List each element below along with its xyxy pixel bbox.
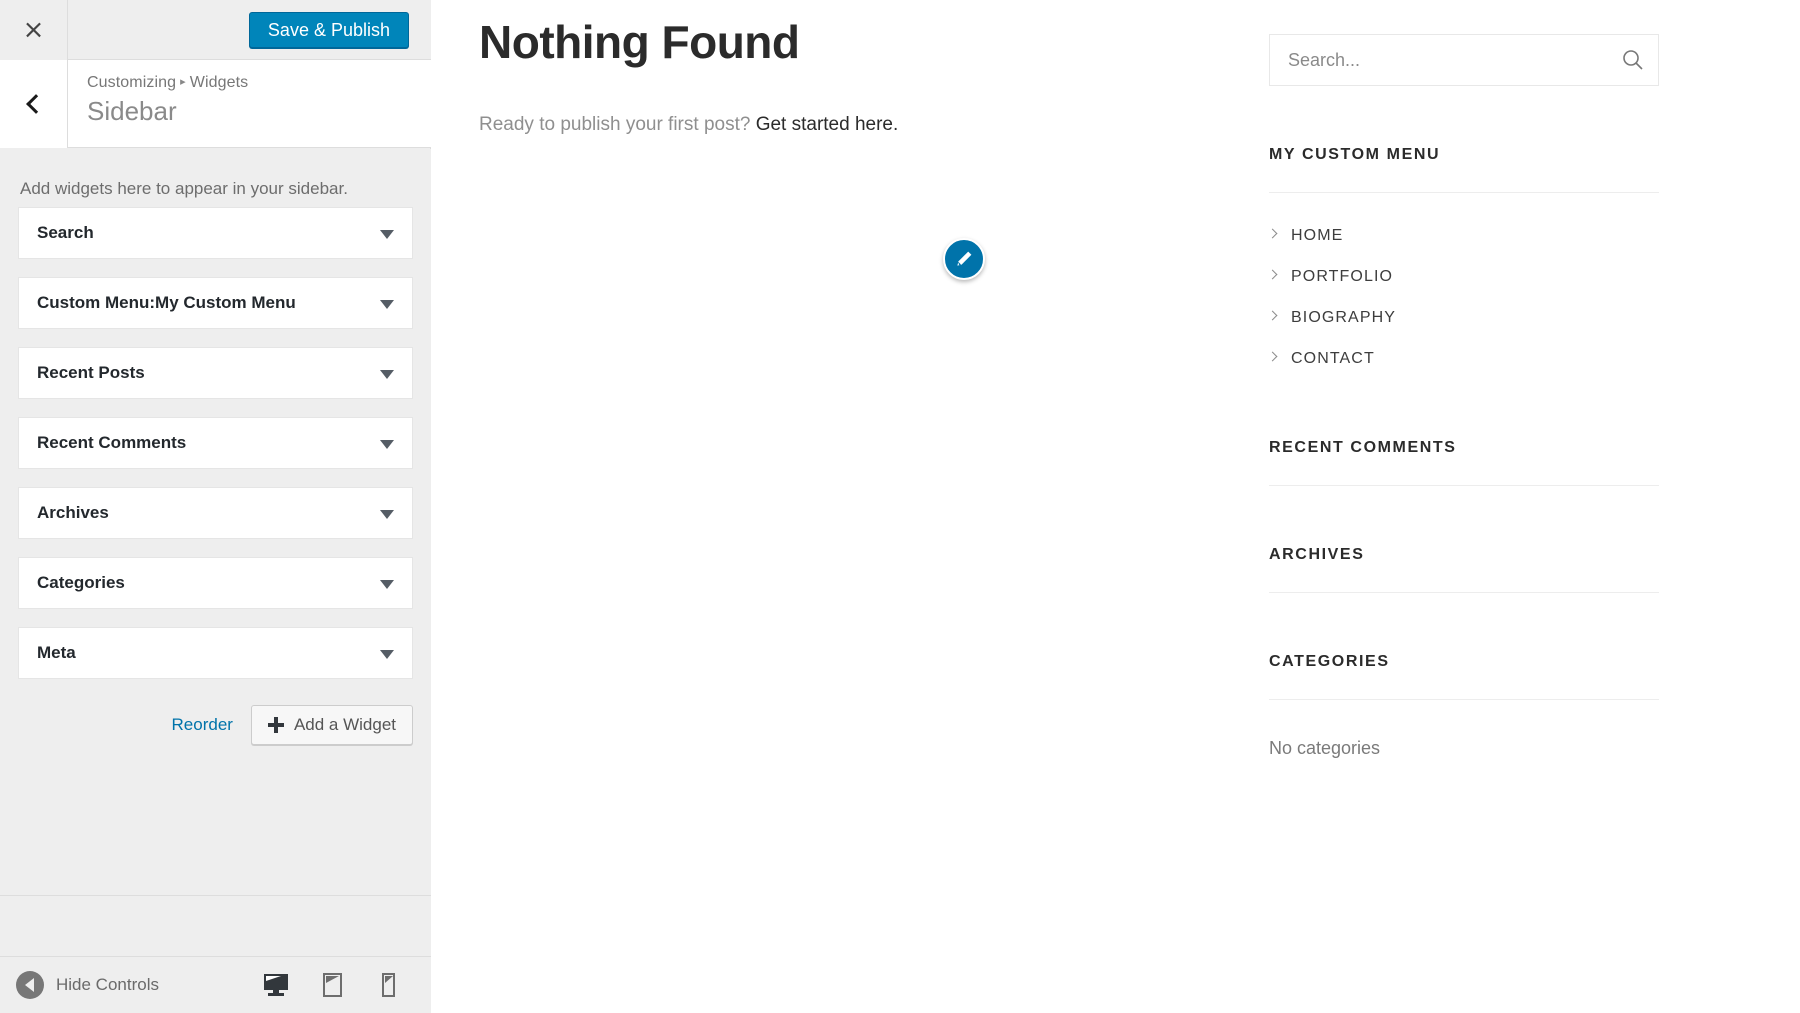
device-desktop-button[interactable] [263,972,289,998]
list-item[interactable]: CONTACT [1267,338,1659,379]
site-sidebar: MY CUSTOM MENU HOME PORTFOLIO BIOGRAPHY [1267,34,1659,759]
close-icon: × [22,15,45,45]
widget-heading: RECENT COMMENTS [1269,439,1457,456]
pencil-icon [957,251,972,266]
device-tablet-button[interactable] [319,972,345,998]
device-preview-group [263,972,401,998]
divider [1269,699,1659,700]
breadcrumb-current: Widgets [189,74,249,91]
chevron-right-icon [1267,351,1278,362]
widget-title: Recent Comments [37,432,187,452]
widget-item-recent-comments[interactable]: Recent Comments [18,416,413,469]
customizer-body: Add widgets here to appear in your sideb… [0,149,431,956]
chevron-right-icon [1267,310,1278,321]
menu-item-biography[interactable]: BIOGRAPHY [1291,309,1396,326]
sidebar-widget-custom-menu: MY CUSTOM MENU HOME PORTFOLIO BIOGRAPHY [1267,146,1659,379]
sidebar-description: Add widgets here to appear in your sideb… [20,179,348,198]
menu-item-portfolio[interactable]: PORTFOLIO [1291,268,1393,285]
site-content: Nothing Found Ready to publish your firs… [479,16,1259,139]
widget-heading: CATEGORIES [1269,653,1390,670]
chevron-down-icon [380,579,394,589]
widget-title: Archives [37,502,109,522]
chevron-down-icon [380,299,394,309]
divider [1269,485,1659,486]
site-preview: Nothing Found Ready to publish your firs… [431,0,1800,1013]
close-customizer-button[interactable]: × [0,0,68,60]
widget-item-meta[interactable]: Meta [18,626,413,679]
chevron-right-icon [1267,269,1278,280]
hide-controls-label: Hide Controls [56,975,159,994]
sidebar-widget-categories: CATEGORIES No categories [1269,653,1659,759]
section-divider [0,895,431,896]
divider [1269,192,1659,193]
save-and-publish-button[interactable]: Save & Publish [248,12,409,48]
search-icon[interactable] [1622,49,1644,71]
list-item[interactable]: HOME [1267,215,1659,256]
reorder-button[interactable]: Reorder [172,715,233,735]
plus-icon [267,716,284,733]
save-button-label: Save & Publish [267,19,390,40]
chevron-down-icon [380,439,394,449]
widget-item-recent-posts[interactable]: Recent Posts [18,346,413,399]
header-text-group: Customizing ▸ Widgets Sidebar [87,74,248,127]
back-button[interactable] [0,60,68,148]
widget-item-custom-menu[interactable]: Custom Menu: My Custom Menu [18,276,413,329]
page-subtext: Ready to publish your first post? Get st… [479,111,1259,140]
customizer-screen: × Save & Publish Customizing ▸ Widgets Sid… [0,0,1800,1013]
add-widget-label: Add a Widget [293,714,396,734]
widget-heading: ARCHIVES [1269,546,1365,563]
customizer-footer: Hide Controls [0,956,431,1013]
menu-item-home[interactable]: HOME [1291,227,1343,244]
collapse-icon [16,971,44,999]
no-categories-text: No categories [1269,738,1381,758]
hide-controls-button[interactable]: Hide Controls [16,971,159,999]
tablet-icon [322,973,342,997]
get-started-link[interactable]: Get started here. [756,114,899,135]
page-heading: Nothing Found [479,16,800,68]
chevron-down-icon [380,229,394,239]
chevron-down-icon [380,509,394,519]
add-a-widget-button[interactable]: Add a Widget [250,704,413,745]
page-title: Sidebar [87,96,177,126]
widget-actions: Reorder Add a Widget [0,697,431,745]
widget-list: Search Custom Menu: My Custom Menu Recen… [0,206,431,679]
breadcrumb-root: Customizing [87,74,177,91]
widget-title: Recent Posts [37,362,145,382]
chevron-left-icon [26,94,46,114]
widget-item-search[interactable]: Search [18,206,413,259]
widget-item-categories[interactable]: Categories [18,556,413,609]
mobile-icon [381,973,395,997]
customizer-panel: × Save & Publish Customizing ▸ Widgets Sid… [0,0,431,1013]
list-item[interactable]: PORTFOLIO [1267,256,1659,297]
site-search-form [1269,34,1659,86]
chevron-down-icon [380,649,394,659]
desktop-icon [264,974,288,996]
page-subtext-prefix: Ready to publish your first post? [479,113,756,135]
sidebar-widget-recent-comments: RECENT COMMENTS [1269,439,1659,486]
customizer-topbar: × Save & Publish [0,0,431,60]
custom-menu-list: HOME PORTFOLIO BIOGRAPHY CONTACT [1267,215,1659,379]
widget-title: Categories [37,572,125,592]
chevron-right-icon [1267,228,1278,239]
breadcrumb: Customizing ▸ Widgets [87,74,248,92]
list-item[interactable]: BIOGRAPHY [1267,297,1659,338]
sidebar-widget-archives: ARCHIVES [1269,546,1659,593]
device-mobile-button[interactable] [375,972,401,998]
breadcrumb-separator-icon: ▸ [180,76,186,88]
widget-item-archives[interactable]: Archives [18,486,413,539]
widget-title: Meta [37,642,76,662]
widget-title: Search [37,222,94,242]
divider [1269,592,1659,593]
widget-title: Custom Menu: [37,292,156,312]
search-input[interactable] [1288,49,1610,71]
chevron-down-icon [380,369,394,379]
menu-item-contact[interactable]: CONTACT [1291,350,1375,367]
widget-subtitle: My Custom Menu [155,292,296,312]
customizer-header: Customizing ▸ Widgets Sidebar [0,60,431,148]
edit-shortcut-button[interactable] [943,238,985,280]
widget-heading: MY CUSTOM MENU [1269,146,1441,163]
